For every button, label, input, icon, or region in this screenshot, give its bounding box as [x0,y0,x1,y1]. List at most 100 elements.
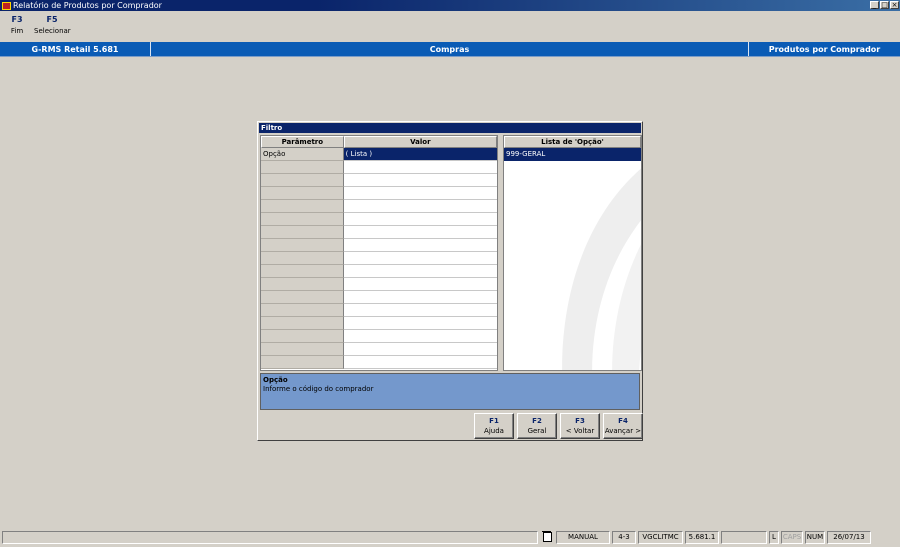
status-program: VGCLITMC [638,530,683,544]
general-button[interactable]: F2 Geral [517,413,557,439]
param-cell [261,213,344,226]
status-page: 4-3 [612,530,636,544]
help-title: Opção [263,376,288,384]
param-cell [261,174,344,187]
value-cell[interactable] [343,200,497,213]
grid-row[interactable] [261,187,497,200]
help-button-label: Ajuda [484,427,504,435]
selecionar-key: F5 [46,15,58,24]
fim-label: Fim [10,27,24,35]
product-name: G-RMS Retail 5.681 [0,42,151,56]
back-button-label: < Voltar [565,427,595,435]
parameter-grid[interactable]: Parâmetro Valor Opção ( Lista ) [260,135,498,371]
next-button-label: Avançar > [604,427,642,435]
value-cell[interactable] [343,239,497,252]
value-cell[interactable] [343,330,497,343]
window-titlebar: Relatório de Produtos por Comprador _ □ … [0,0,900,11]
value-cell[interactable] [343,304,497,317]
param-cell: Opção [261,148,344,161]
watermark-swoosh-icon [562,168,641,370]
grid-row[interactable] [261,226,497,239]
grid-row[interactable] [261,252,497,265]
value-cell[interactable]: ( Lista ) [343,148,497,161]
value-cell[interactable] [343,174,497,187]
option-list-header: Lista de 'Opção' [504,136,641,148]
back-button[interactable]: F3 < Voltar [560,413,600,439]
param-cell [261,356,344,369]
next-button-key: F4 [618,417,628,425]
help-panel: Opção Informe o código do comprador [260,373,640,410]
status-num: NUM [805,530,825,544]
status-date: 26/07/13 [827,530,871,544]
grid-row[interactable] [261,330,497,343]
status-message [2,530,538,544]
param-cell [261,265,344,278]
value-cell[interactable] [343,265,497,278]
param-cell [261,187,344,200]
filter-dialog: Filtro Parâmetro Valor Opção ( Lista ) L… [257,121,643,441]
close-button[interactable]: × [890,1,899,9]
value-cell[interactable] [343,161,497,174]
grid-row[interactable] [261,317,497,330]
status-caps: CAPS [781,530,803,544]
grid-row[interactable] [261,343,497,356]
help-button[interactable]: F1 Ajuda [474,413,514,439]
maximize-button[interactable]: □ [880,1,889,9]
function-toolbar: F3 Fim F5 Selecionar [0,14,71,40]
back-button-key: F3 [575,417,585,425]
grid-row[interactable] [261,278,497,291]
document-status-icon [540,531,554,544]
help-button-key: F1 [489,417,499,425]
status-version: 5.681.1 [685,530,719,544]
value-cell[interactable] [343,317,497,330]
param-cell [261,226,344,239]
minimize-button[interactable]: _ [870,1,879,9]
grid-row[interactable] [261,174,497,187]
grid-row[interactable] [261,213,497,226]
value-cell[interactable] [343,356,497,369]
app-icon [2,1,11,10]
grid-row[interactable] [261,161,497,174]
selecionar-button[interactable]: F5 Selecionar [34,14,71,40]
value-cell[interactable] [343,343,497,356]
grid-row[interactable] [261,291,497,304]
value-column-header: Valor [343,136,497,148]
param-cell [261,291,344,304]
param-cell [261,252,344,265]
general-button-label: Geral [527,427,547,435]
status-mode: MANUAL [556,530,610,544]
dialog-buttons: F1 Ajuda F2 Geral F3 < Voltar F4 Avançar… [471,413,643,439]
param-cell [261,200,344,213]
grid-header: Parâmetro Valor [261,136,497,148]
grid-row[interactable] [261,265,497,278]
status-blank [721,530,767,544]
value-cell[interactable] [343,213,497,226]
window-controls: _ □ × [870,1,899,9]
param-cell [261,330,344,343]
value-cell[interactable] [343,252,497,265]
value-cell[interactable] [343,226,497,239]
general-button-key: F2 [532,417,542,425]
value-cell[interactable] [343,278,497,291]
param-cell [261,343,344,356]
grid-row[interactable]: Opção ( Lista ) [261,148,497,161]
param-cell [261,304,344,317]
fim-button[interactable]: F3 Fim [0,14,34,40]
option-list-panel[interactable]: Lista de 'Opção' 999-GERAL [503,135,642,371]
fim-key: F3 [11,15,23,24]
status-l: L [769,530,779,544]
help-text: Informe o código do comprador [263,385,374,393]
screen-name: Produtos por Comprador [768,44,881,54]
grid-row[interactable] [261,356,497,369]
header-band: G-RMS Retail 5.681 Compras Produtos por … [0,42,900,57]
document-icon [541,531,552,542]
value-cell[interactable] [343,187,497,200]
grid-row[interactable] [261,239,497,252]
window-title: Relatório de Produtos por Comprador [13,1,162,10]
param-column-header: Parâmetro [261,136,344,148]
grid-row[interactable] [261,200,497,213]
param-cell [261,278,344,291]
next-button[interactable]: F4 Avançar > [603,413,643,439]
grid-row[interactable] [261,304,497,317]
value-cell[interactable] [343,291,497,304]
